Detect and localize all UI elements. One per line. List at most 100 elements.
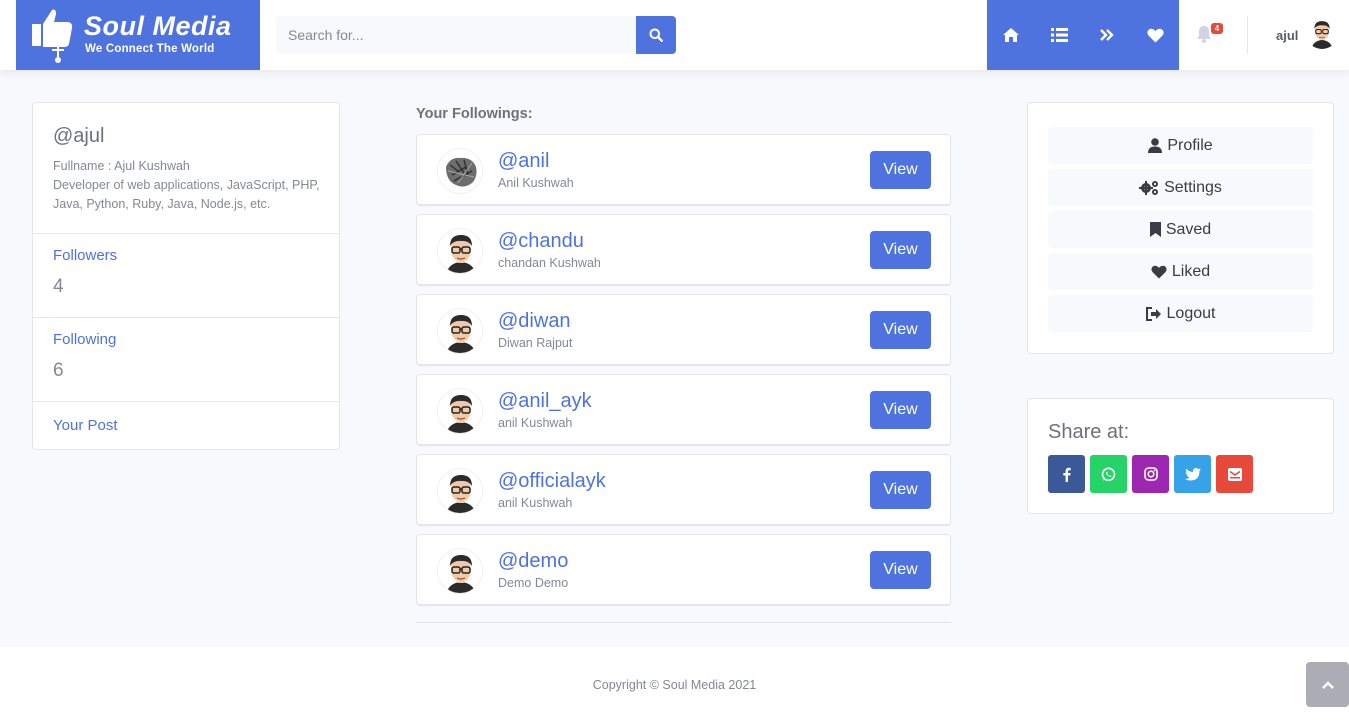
nav-liked[interactable] xyxy=(1131,0,1179,70)
envelope-icon xyxy=(1227,467,1242,481)
search-button[interactable] xyxy=(636,16,676,54)
following-handle[interactable]: @officialayk xyxy=(498,470,606,493)
following-item: @diwan Diwan Rajput View xyxy=(416,294,951,366)
chevron-up-icon xyxy=(1321,680,1334,689)
menu-settings-label: Settings xyxy=(1164,178,1222,196)
notifications-button[interactable]: 4 xyxy=(1196,23,1223,45)
nav-forward[interactable] xyxy=(1083,0,1131,70)
sketch-avatar-icon xyxy=(438,149,482,193)
following-avatar[interactable] xyxy=(437,548,483,594)
account-menu-card: Profile Settings Saved Liked Logout xyxy=(1027,102,1334,354)
share-buttons xyxy=(1048,455,1258,493)
menu-logout[interactable]: Logout xyxy=(1048,295,1313,332)
topbar-divider xyxy=(1247,16,1248,54)
profile-details: Fullname : Ajul Kushwah Developer of web… xyxy=(53,157,323,214)
following-fullname: Demo Demo xyxy=(498,576,569,590)
footer: Copyright © Soul Media 2021 xyxy=(0,647,1349,723)
facebook-icon xyxy=(1062,467,1071,482)
main-nav xyxy=(987,0,1179,70)
menu-logout-label: Logout xyxy=(1166,304,1216,322)
home-icon xyxy=(1003,28,1019,42)
following-count: 6 xyxy=(53,360,64,381)
following-handle[interactable]: @chandu xyxy=(498,230,584,253)
menu-profile[interactable]: Profile xyxy=(1048,127,1313,164)
view-profile-button[interactable]: View xyxy=(870,231,931,269)
view-profile-button[interactable]: View xyxy=(870,471,931,509)
view-profile-button[interactable]: View xyxy=(870,311,931,349)
user-name[interactable]: ajul xyxy=(1276,28,1298,43)
whatsapp-icon xyxy=(1101,467,1116,481)
share-twitter-button[interactable] xyxy=(1174,455,1211,493)
brand-tagline: We Connect The World xyxy=(85,43,215,55)
following-handle[interactable]: @anil xyxy=(498,150,549,173)
nav-home[interactable] xyxy=(987,0,1035,70)
bookmark-icon xyxy=(1149,222,1161,237)
view-profile-button[interactable]: View xyxy=(870,151,931,189)
following-avatar[interactable] xyxy=(437,308,483,354)
following-fullname: Diwan Rajput xyxy=(498,336,573,350)
share-facebook-button[interactable] xyxy=(1048,455,1085,493)
view-profile-button[interactable]: View xyxy=(870,391,931,429)
followers-section[interactable]: Followers 4 xyxy=(33,234,339,318)
copyright-text: Copyright © Soul Media 2021 xyxy=(592,678,757,692)
menu-saved-label: Saved xyxy=(1165,220,1212,238)
brand-name: Soul Media xyxy=(84,11,232,41)
heart-icon xyxy=(1151,265,1167,279)
menu-liked-label: Liked xyxy=(1171,262,1211,280)
menu-liked[interactable]: Liked xyxy=(1048,253,1313,290)
double-chevron-right-icon xyxy=(1100,29,1114,41)
followers-count: 4 xyxy=(53,276,64,297)
following-item: @anil_aykanil Kushwah View xyxy=(416,374,951,446)
profile-bio: Developer of web applications, JavaScrip… xyxy=(53,178,320,211)
your-post-link[interactable]: Your Post xyxy=(53,417,118,434)
profile-handle: @ajul xyxy=(53,125,105,147)
following-handle[interactable]: @demo xyxy=(498,550,568,573)
brand-logo[interactable]: Soul Media We Connect The World xyxy=(16,0,260,70)
share-whatsapp-button[interactable] xyxy=(1090,455,1127,493)
cartoon-avatar-icon xyxy=(438,309,482,353)
following-handle[interactable]: @diwan xyxy=(498,310,571,333)
followings-title: Your Followings: xyxy=(416,106,533,122)
profile-fullname: Fullname : Ajul Kushwah xyxy=(53,159,190,173)
search-input[interactable] xyxy=(276,16,636,54)
user-avatar[interactable] xyxy=(1306,17,1338,49)
sign-out-icon xyxy=(1145,306,1161,321)
notification-count-badge: 4 xyxy=(1211,23,1223,34)
share-card: Share at: xyxy=(1027,398,1334,514)
scroll-to-top-button[interactable] xyxy=(1306,662,1349,707)
cogs-icon xyxy=(1139,180,1159,195)
thumbs-up-logo-icon xyxy=(32,9,73,63)
view-profile-button[interactable]: View xyxy=(870,551,931,589)
following-fullname: Anil Kushwah xyxy=(498,176,574,190)
following-label[interactable]: Following xyxy=(53,331,116,348)
following-item: @anil Anil Kushwah View xyxy=(416,134,951,206)
following-avatar[interactable] xyxy=(437,468,483,514)
following-avatar[interactable] xyxy=(437,388,483,434)
following-avatar[interactable] xyxy=(437,148,483,194)
menu-settings[interactable]: Settings xyxy=(1048,169,1313,206)
topbar: Soul Media We Connect The World Search f… xyxy=(0,0,1349,70)
following-handle[interactable]: @anil_ayk xyxy=(498,390,592,413)
following-fullname: chandan Kushwah xyxy=(498,256,601,270)
cartoon-avatar-icon xyxy=(438,469,482,513)
bell-icon xyxy=(1197,26,1211,43)
cartoon-avatar-icon xyxy=(1306,17,1338,49)
profile-card: @ajul Fullname : Ajul Kushwah Developer … xyxy=(32,102,340,450)
share-instagram-button[interactable] xyxy=(1132,455,1169,493)
menu-saved[interactable]: Saved xyxy=(1048,211,1313,248)
following-avatar[interactable] xyxy=(437,228,483,274)
twitter-icon xyxy=(1184,467,1201,480)
search-bar xyxy=(276,16,676,54)
nav-list[interactable] xyxy=(1035,0,1083,70)
heart-icon xyxy=(1146,28,1164,42)
followers-label[interactable]: Followers xyxy=(53,247,117,264)
cartoon-avatar-icon xyxy=(438,229,482,273)
menu-profile-label: Profile xyxy=(1167,136,1213,154)
following-fullname: anil Kushwah xyxy=(498,496,573,510)
following-fullname: anil Kushwah xyxy=(498,416,573,430)
followings-divider xyxy=(416,622,951,623)
cartoon-avatar-icon xyxy=(438,389,482,433)
share-email-button[interactable] xyxy=(1216,455,1253,493)
following-section[interactable]: Following 6 xyxy=(33,318,339,402)
following-item: @chandu chandan Kushwah View xyxy=(416,214,951,286)
